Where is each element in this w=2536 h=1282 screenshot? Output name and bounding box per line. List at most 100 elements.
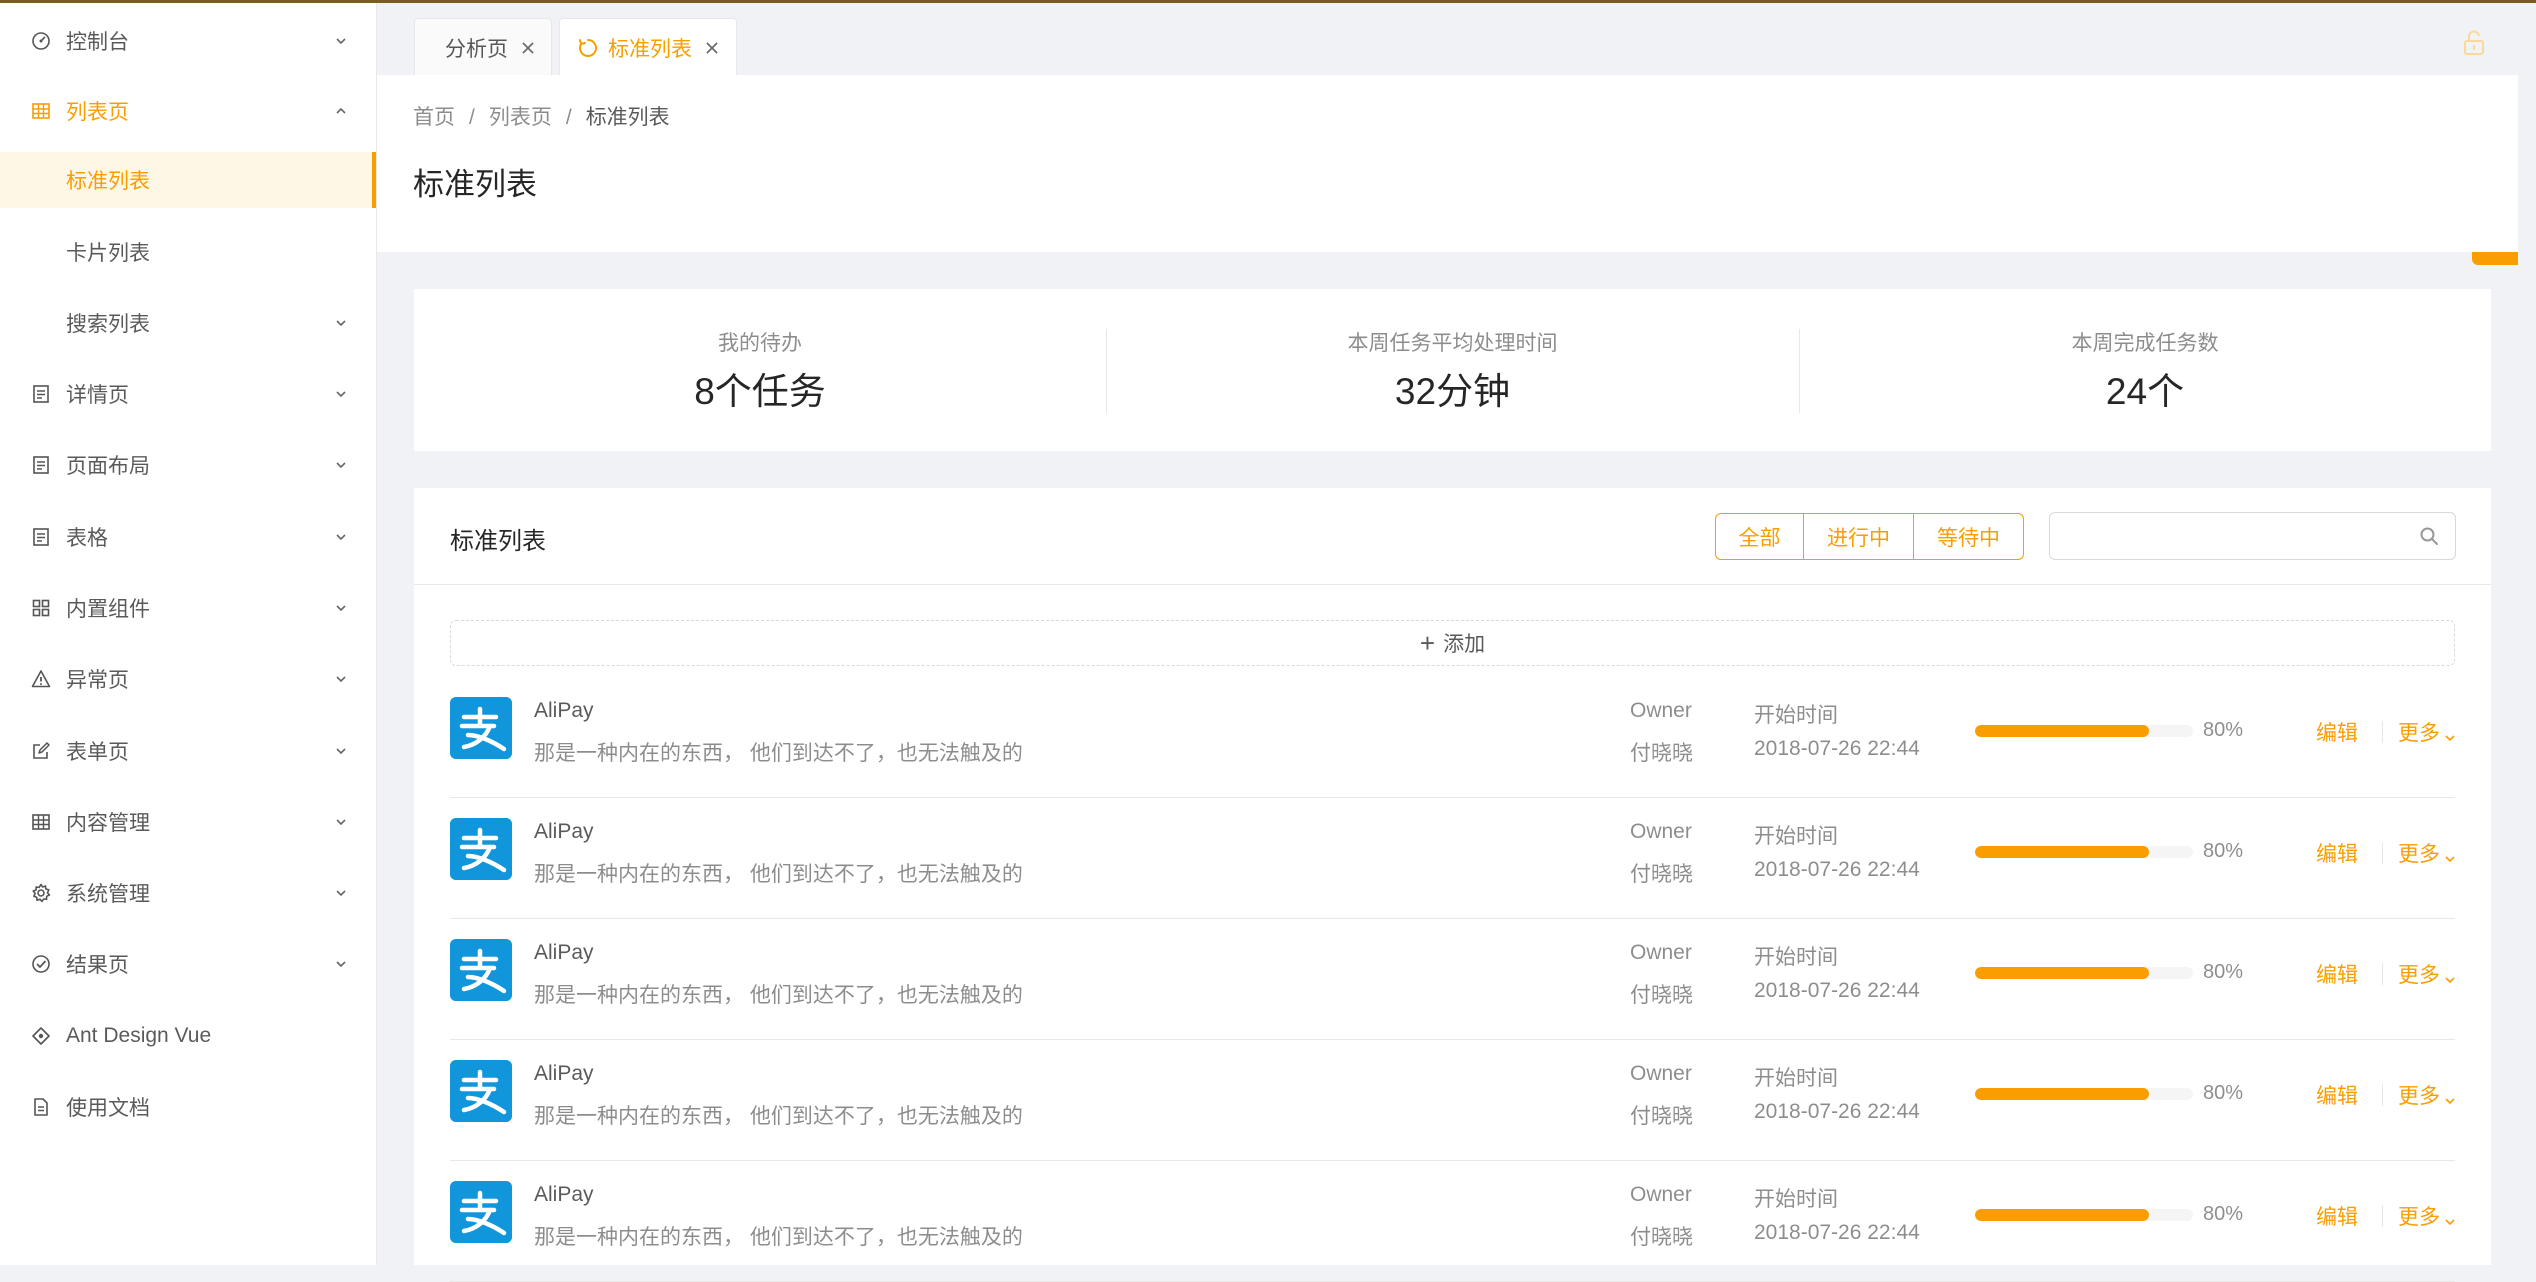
check-circle-icon [30, 953, 52, 975]
owner-value: 付晓晓 [1630, 742, 1693, 765]
list-card-header: 标准列表 全部 进行中 等待中 [414, 488, 2491, 585]
progress-text: 80% [2203, 961, 2244, 983]
tab-standard-list[interactable]: 标准列表 [559, 18, 737, 76]
sidebar-item[interactable]: 系统管理 [0, 865, 376, 921]
more-dropdown[interactable]: 更多 [2398, 838, 2456, 868]
add-button-label: 添加 [1443, 633, 1486, 656]
breadcrumb: 首页 / 列表页 / 标准列表 [413, 106, 670, 129]
more-dropdown[interactable]: 更多 [2398, 1201, 2456, 1231]
edit-link[interactable]: 编辑 [2316, 717, 2358, 747]
edit-link[interactable]: 编辑 [2316, 838, 2358, 868]
search-icon[interactable] [2419, 526, 2439, 546]
list-item: AliPay 那是一种内在的东西， 他们到达不了，也无法触及的 Owner 付晓晓 开始… [450, 919, 2455, 1040]
sidebar-item-label: 表单页 [66, 741, 129, 764]
table-icon [30, 811, 52, 833]
sidebar-item-label: 内容管理 [66, 812, 150, 835]
item-description: 那是一种内在的东西， 他们到达不了，也无法触及的 [534, 1105, 1023, 1128]
start-time-label: 开始时间 [1754, 1188, 1838, 1211]
sidebar-item[interactable]: 详情页 [0, 366, 376, 422]
edit-link[interactable]: 编辑 [2316, 1201, 2358, 1231]
stat-title: 本周完成任务数 [2071, 332, 2219, 355]
search-input[interactable] [2060, 519, 2404, 555]
list-card-title: 标准列表 [450, 528, 546, 555]
sidebar-item[interactable]: 页面布局 [0, 437, 376, 493]
start-time-label: 开始时间 [1754, 825, 1838, 848]
sidebar-item[interactable]: 标准列表 [0, 152, 376, 208]
alipay-icon [450, 1181, 512, 1243]
item-description: 那是一种内在的东西， 他们到达不了，也无法触及的 [534, 984, 1023, 1007]
table-list-icon [30, 526, 52, 548]
owner-label: Owner [1630, 941, 1692, 964]
plus-icon: + [1419, 628, 1436, 658]
start-time-value: 2018-07-26 22:44 [1754, 979, 1920, 1002]
item-title[interactable]: AliPay [534, 699, 594, 723]
page-header: 首页 / 列表页 / 标准列表 标准列表 [377, 75, 2536, 252]
sidebar-item[interactable]: 表格 [0, 509, 376, 565]
sidebar-item[interactable]: 列表页 [0, 83, 376, 139]
progress-bar [1975, 967, 2193, 979]
filter-waiting-button[interactable]: 等待中 [1914, 513, 2024, 560]
edit-link[interactable]: 编辑 [2316, 959, 2358, 989]
owner-label: Owner [1630, 1062, 1692, 1085]
item-description: 那是一种内在的东西， 他们到达不了，也无法触及的 [534, 742, 1023, 765]
start-time-value: 2018-07-26 22:44 [1754, 737, 1920, 760]
more-dropdown[interactable]: 更多 [2398, 717, 2456, 747]
more-label: 更多 [2398, 1085, 2440, 1108]
unlock-icon[interactable] [2463, 30, 2485, 56]
stat-value: 8个任务 [694, 371, 826, 412]
sidebar-item-label: Ant Design Vue [66, 1024, 212, 1047]
chevron-down-icon [334, 316, 348, 330]
item-description: 那是一种内在的东西， 他们到达不了，也无法触及的 [534, 863, 1023, 886]
scrollbar[interactable] [2518, 75, 2536, 1265]
owner-value: 付晓晓 [1630, 863, 1693, 886]
breadcrumb-home[interactable]: 首页 [413, 106, 455, 129]
add-button[interactable]: + 添加 [450, 620, 2455, 666]
progress-bar [1975, 725, 2193, 737]
sidebar-item[interactable]: 卡片列表 [0, 224, 376, 280]
sidebar-item[interactable]: 结果页 [0, 936, 376, 992]
alipay-icon [450, 939, 512, 1001]
more-dropdown[interactable]: 更多 [2398, 959, 2456, 989]
sidebar-item-label: 内置组件 [66, 598, 150, 621]
chevron-down-icon [2444, 726, 2456, 742]
start-time-label: 开始时间 [1754, 946, 1838, 969]
item-title[interactable]: AliPay [534, 820, 594, 844]
sidebar-item[interactable]: 内置组件 [0, 580, 376, 636]
owner-value: 付晓晓 [1630, 1226, 1693, 1249]
filter-in-progress-button[interactable]: 进行中 [1804, 513, 1914, 560]
item-title[interactable]: AliPay [534, 1062, 594, 1086]
status-filter: 全部 进行中 等待中 [1715, 513, 2024, 560]
sidebar-item[interactable]: 内容管理 [0, 794, 376, 850]
tab-analysis[interactable]: 分析页 [414, 18, 552, 76]
more-label: 更多 [2398, 1206, 2440, 1229]
sidebar-item-label: 异常页 [66, 669, 129, 692]
warning-icon [30, 668, 52, 690]
sidebar-item[interactable]: Ant Design Vue [0, 1008, 376, 1064]
more-dropdown[interactable]: 更多 [2398, 1080, 2456, 1110]
sidebar-item[interactable]: 控制台 [0, 13, 376, 69]
sidebar-item-label: 表格 [66, 527, 108, 550]
item-title[interactable]: AliPay [534, 1183, 594, 1207]
alipay-icon [450, 697, 512, 759]
owner-label: Owner [1630, 820, 1692, 843]
file-icon [30, 1096, 52, 1118]
breadcrumb-parent[interactable]: 列表页 [489, 106, 552, 129]
window-top-border [0, 0, 2536, 3]
sidebar-item[interactable]: 表单页 [0, 723, 376, 779]
edit-link[interactable]: 编辑 [2316, 1080, 2358, 1110]
sidebar-item-label: 详情页 [66, 384, 129, 407]
item-title[interactable]: AliPay [534, 941, 594, 965]
progress-fill [1975, 967, 2150, 979]
sidebar-item[interactable]: 搜索列表 [0, 295, 376, 351]
sidebar-item[interactable]: 异常页 [0, 651, 376, 707]
progress-text: 80% [2203, 1082, 2244, 1104]
stat-completed: 本周完成任务数 24个 [1799, 289, 2491, 451]
filter-all-button[interactable]: 全部 [1715, 513, 1804, 560]
progress-text: 80% [2203, 719, 2244, 741]
page-title: 标准列表 [413, 167, 537, 202]
progress-fill [1975, 725, 2150, 737]
close-icon[interactable] [520, 40, 536, 56]
sidebar-item-label: 标准列表 [66, 170, 150, 193]
close-icon[interactable] [704, 40, 720, 56]
sidebar-item[interactable]: 使用文档 [0, 1079, 376, 1135]
